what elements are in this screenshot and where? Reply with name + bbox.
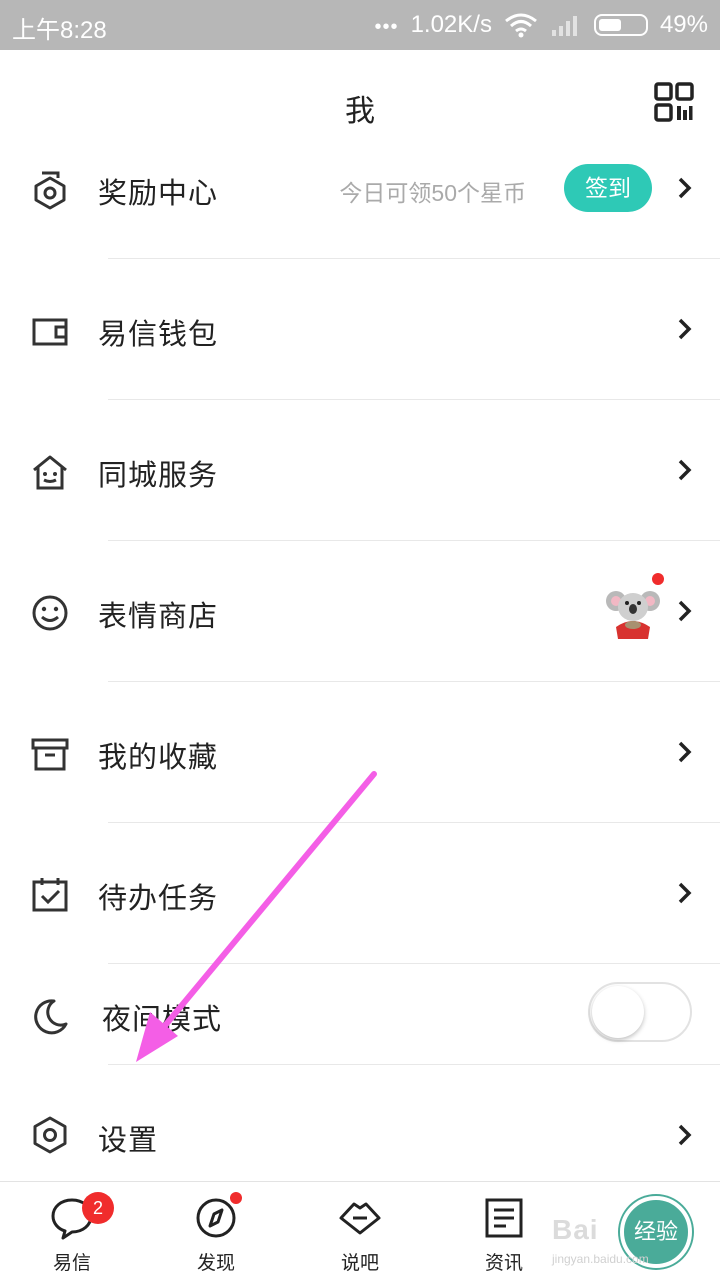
tab-discover[interactable]: 发现 [144,1182,288,1281]
status-right: ••• 1.02K/s 49% [375,10,708,40]
baidu-watermark: Bai 经验 jingyan.baidu.com [552,1190,720,1280]
sticker-shop-label: 表情商店 [98,601,219,633]
news-icon [485,1198,523,1238]
medal-icon [34,171,66,210]
smiley-icon [32,595,68,631]
new-dot [652,573,664,585]
watermark-text: Bai [552,1214,599,1245]
signal-icon [551,16,577,36]
hexagon-gear-icon [33,1116,67,1154]
lips-icon [339,1202,381,1235]
house-icon [33,455,67,490]
favorites-label: 我的收藏 [98,742,219,774]
tab-yixin[interactable]: 2 易信 [0,1182,144,1281]
menu-item-reward-center[interactable]: 奖励中心 今日可领50个星币 签到 [0,118,720,258]
wallet-icon [32,318,68,346]
tab-label: 易信 [52,1253,91,1274]
watermark-url: jingyan.baidu.com [552,1252,649,1266]
tab-label: 发现 [196,1253,235,1274]
reward-center-label: 奖励中心 [98,178,219,210]
sign-in-button[interactable]: 签到 [564,164,652,212]
battery-icon [593,14,648,36]
reward-subtitle: 今日可领50个星币 [339,180,526,206]
chevron-right-icon [678,882,692,904]
tab-label: 说吧 [340,1253,379,1274]
unread-badge: 2 [82,1192,114,1224]
chevron-right-icon [678,741,692,763]
wifi-icon [505,13,537,38]
night-mode-toggle[interactable] [588,982,692,1042]
chevron-right-icon [678,177,692,199]
todo-label: 待办任务 [98,883,219,915]
tab-shuoba[interactable]: 说吧 [288,1182,432,1281]
checkbox-icon [32,878,68,912]
menu-item-sticker-shop[interactable]: 表情商店 [0,541,720,681]
koala-sticker-icon [606,591,660,639]
menu-item-night-mode: 夜间模式 [0,964,720,1064]
qr-code-icon[interactable] [654,82,694,122]
status-time: 上午8:28 [12,17,107,44]
moon-icon [34,999,68,1035]
chevron-right-icon [678,459,692,481]
wallet-label: 易信钱包 [98,319,219,351]
menu-item-todo[interactable]: 待办任务 [0,823,720,963]
menu-item-local-services[interactable]: 同城服务 [0,400,720,540]
settings-label: 设置 [98,1125,159,1157]
night-mode-label: 夜间模式 [102,1004,223,1036]
battery-percent: 49% [659,11,708,38]
toggle-knob [592,986,644,1038]
network-speed: 1.02K/s [410,11,492,38]
local-services-label: 同城服务 [98,460,219,492]
status-dots: ••• [374,15,399,38]
menu-item-wallet[interactable]: 易信钱包 [0,259,720,399]
menu-item-settings[interactable]: 设置 [0,1065,720,1180]
chevron-right-icon [678,318,692,340]
menu-item-favorites[interactable]: 我的收藏 [0,682,720,822]
new-dot [230,1192,242,1204]
status-bar: 上午8:28 ••• 1.02K/s 49% [0,0,720,50]
chevron-right-icon [678,1124,692,1146]
chevron-right-icon [678,600,692,622]
archive-box-icon [31,738,69,771]
